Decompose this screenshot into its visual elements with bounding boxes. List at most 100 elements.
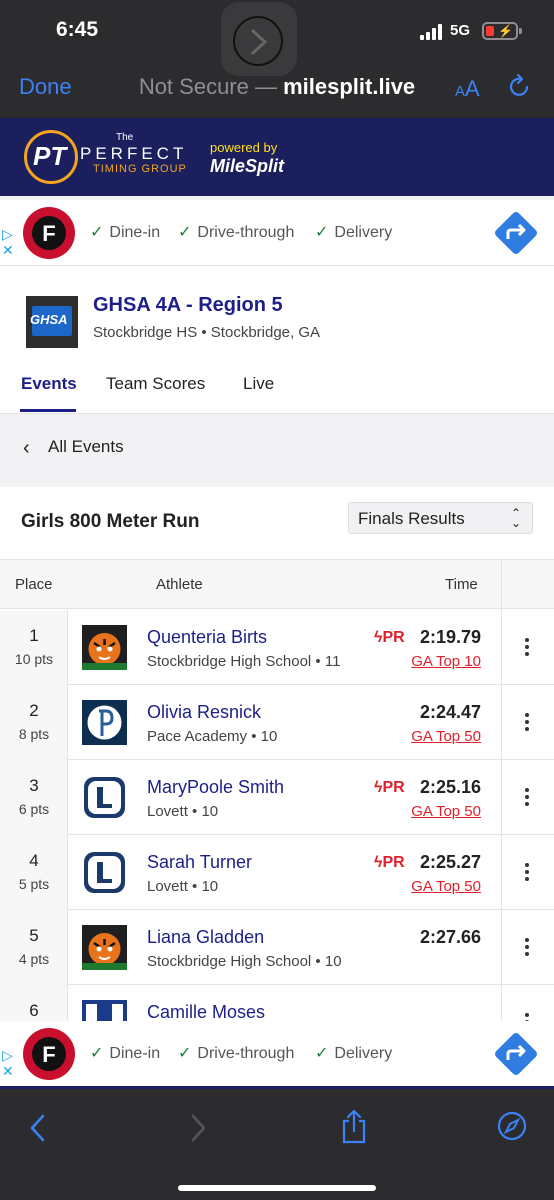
- team-logo[interactable]: [82, 850, 127, 895]
- check-icon: ✓: [178, 224, 192, 241]
- header-place: Place: [15, 576, 53, 593]
- place-cell: 3 6 pts: [0, 760, 68, 835]
- points-label: 8 pts: [18, 726, 50, 742]
- athlete-name-link[interactable]: Camille Moses: [147, 1002, 265, 1021]
- all-events-link[interactable]: ‹ All Events: [0, 415, 554, 485]
- row-menu-button[interactable]: [501, 985, 554, 1021]
- place-cell: 4 5 pts: [0, 835, 68, 910]
- athlete-name-link[interactable]: Liana Gladden: [147, 927, 264, 948]
- team-logo[interactable]: [82, 625, 127, 670]
- url-host: milesplit.live: [283, 74, 416, 99]
- firehouse-logo-icon: F: [23, 207, 75, 259]
- tab-team-scores[interactable]: Team Scores: [106, 374, 205, 394]
- check-icon: ✓: [90, 224, 104, 241]
- place-number: 4: [29, 851, 39, 870]
- table-row[interactable]: 6 Camille Moses: [0, 985, 554, 1021]
- state-rank-link[interactable]: GA Top 50: [380, 803, 481, 820]
- milesplit-logo[interactable]: MileSplit: [210, 156, 284, 177]
- state-rank-link[interactable]: GA Top 50: [380, 878, 481, 895]
- status-bar: 6:45 5G ⚡: [0, 0, 554, 76]
- team-logo[interactable]: [82, 1000, 127, 1021]
- svg-text:F: F: [42, 1042, 55, 1067]
- ad-feature-delivery: ✓ Delivery: [315, 1045, 393, 1062]
- place-cell: 2 8 pts: [0, 685, 68, 760]
- reload-icon[interactable]: [507, 74, 531, 100]
- header-time: Time: [445, 576, 478, 593]
- points-label: 5 pts: [18, 876, 50, 892]
- athlete-school: Pace Academy • 10: [147, 728, 278, 745]
- place-number: 5: [29, 926, 39, 945]
- home-indicator: [178, 1185, 376, 1191]
- directions-icon[interactable]: [492, 209, 540, 257]
- place-cell: 5 4 pts: [0, 910, 68, 985]
- table-row[interactable]: 36 pts MaryPoole Smith Lovett • 10 ϟPR 2:25.…: [0, 760, 554, 835]
- more-vertical-icon: [525, 713, 529, 734]
- perfect-timing-logo[interactable]: PT: [24, 130, 78, 184]
- result-time: 2:25.27: [419, 852, 481, 872]
- ad-banner-top[interactable]: ▷ ✕ F ✓ Dine-in ✓ Drive-through ✓ Delivery: [0, 200, 554, 266]
- row-menu-button[interactable]: [501, 760, 554, 835]
- athlete-name-link[interactable]: Olivia Resnick: [147, 702, 261, 723]
- athlete-name-link[interactable]: Sarah Turner: [147, 852, 252, 873]
- text-size-button[interactable]: AA: [455, 76, 480, 102]
- table-row[interactable]: 2 8 pts Olivia Resnick Pace Academy • 10 2:2…: [0, 685, 554, 760]
- table-row[interactable]: 5 4 pts Liana Gladden Stockbridge High Scho…: [0, 910, 554, 985]
- team-logo[interactable]: [82, 700, 127, 745]
- status-time: 6:45: [56, 18, 99, 41]
- more-vertical-icon: [525, 1013, 529, 1021]
- back-arrow-icon[interactable]: [28, 1113, 48, 1143]
- meet-location: Stockbridge HS • Stockbridge, GA: [93, 324, 321, 341]
- more-vertical-icon: [525, 638, 529, 659]
- browser-top-chrome: 6:45 5G ⚡ Done Not Secure — milesplit.li…: [0, 0, 554, 118]
- team-logo[interactable]: [82, 925, 127, 970]
- table-row[interactable]: 45 pts Sarah Turner Lovett • 10 ϟPR 2:25.27 G…: [0, 835, 554, 910]
- points-label: 4 pts: [18, 951, 50, 967]
- firehouse-logo-icon: F: [23, 1028, 75, 1080]
- athlete-school: Lovett • 10: [147, 803, 219, 820]
- more-vertical-icon: [525, 863, 529, 884]
- share-icon[interactable]: [340, 1109, 368, 1145]
- place-cell: 6: [0, 985, 68, 1021]
- row-menu-button[interactable]: [501, 610, 554, 685]
- place-number: 2: [29, 701, 39, 720]
- header-athlete: Athlete: [156, 576, 203, 593]
- athlete-name-link[interactable]: Quenteria Birts: [147, 627, 267, 648]
- all-events-label: All Events: [48, 437, 124, 456]
- battery-icon: ⚡: [482, 22, 518, 40]
- directions-icon[interactable]: [492, 1030, 540, 1078]
- round-select[interactable]: Finals Results ⌃ ⌄: [348, 502, 533, 534]
- row-menu-button[interactable]: [501, 685, 554, 760]
- results-table-header: Place Athlete Time: [0, 559, 554, 610]
- points-label: 10 pts: [14, 651, 54, 667]
- tab-live[interactable]: Live: [243, 374, 274, 394]
- check-icon: ✓: [315, 224, 329, 241]
- tab-events[interactable]: Events: [21, 374, 77, 394]
- ad-banner-bottom[interactable]: ▷ ✕ F ✓ Dine-in ✓ Drive-through ✓ Delivery: [0, 1021, 554, 1089]
- athlete-school: Stockbridge High School • 10: [147, 953, 342, 970]
- event-title: Girls 800 Meter Run: [21, 511, 200, 532]
- adchoices-icon[interactable]: ▷ ✕: [2, 1047, 14, 1079]
- more-vertical-icon: [525, 788, 529, 809]
- ad-feature-drivethrough: ✓ Drive-through: [178, 1045, 295, 1062]
- meet-title[interactable]: GHSA 4A - Region 5: [93, 294, 283, 317]
- table-row[interactable]: 1 10 pts Quenteria Birts Stockbridge High S…: [0, 610, 554, 685]
- round-select-value: Finals Results: [358, 509, 465, 528]
- meet-header: GHSA GHSA 4A - Region 5 Stockbridge HS •…: [0, 266, 554, 414]
- logo-perfect: PERFECT: [80, 144, 188, 163]
- team-logo[interactable]: [82, 775, 127, 820]
- athlete-school: Lovett • 10: [147, 878, 219, 895]
- forward-arrow-icon[interactable]: [188, 1113, 208, 1143]
- result-time: 2:19.79: [419, 627, 481, 647]
- url-bar[interactable]: Done Not Secure — milesplit.live AA: [0, 62, 554, 112]
- state-rank-link[interactable]: GA Top 50: [380, 728, 481, 745]
- state-rank-link[interactable]: GA Top 10: [380, 653, 481, 670]
- athlete-name-link[interactable]: MaryPoole Smith: [147, 777, 284, 798]
- ad-feature-dinein: ✓ Dine-in: [90, 224, 161, 241]
- row-menu-button[interactable]: [501, 910, 554, 985]
- active-tab-indicator: [20, 409, 76, 412]
- signal-icon: [420, 24, 442, 40]
- check-icon: ✓: [90, 1045, 104, 1062]
- compass-icon[interactable]: [497, 1111, 527, 1141]
- row-menu-button[interactable]: [501, 835, 554, 910]
- adchoices-icon[interactable]: ▷ ✕: [2, 226, 14, 258]
